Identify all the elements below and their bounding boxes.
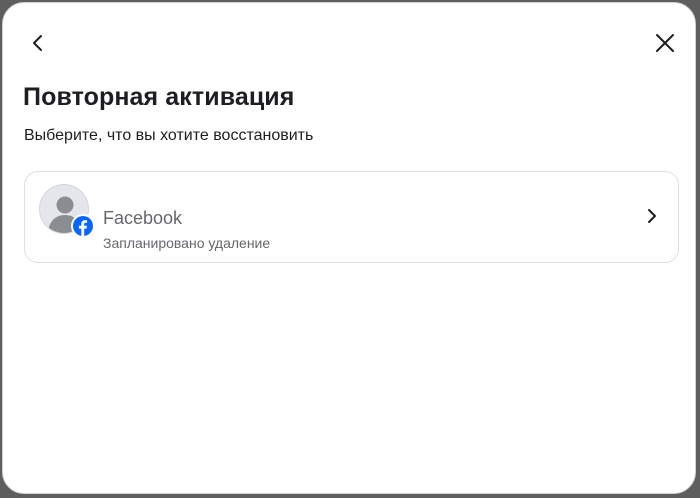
account-option-facebook[interactable]: Facebook Запланировано удаление xyxy=(24,171,679,263)
account-status: Запланировано удаление xyxy=(103,235,271,251)
account-avatar-group xyxy=(39,184,95,240)
dialog-subtitle: Выберите, что вы хотите восстановить xyxy=(24,127,314,144)
account-name: Facebook xyxy=(103,208,183,228)
facebook-logo-icon xyxy=(73,216,93,236)
close-icon xyxy=(655,33,675,53)
back-button[interactable] xyxy=(22,27,54,59)
chevron-right-icon xyxy=(642,206,662,226)
facebook-badge xyxy=(71,214,95,238)
close-button[interactable] xyxy=(649,27,681,59)
dialog-title: Повторная активация xyxy=(23,83,295,111)
chevron-left-icon xyxy=(29,34,47,52)
reactivation-dialog: Повторная активация Выберите, что вы хот… xyxy=(2,2,696,494)
